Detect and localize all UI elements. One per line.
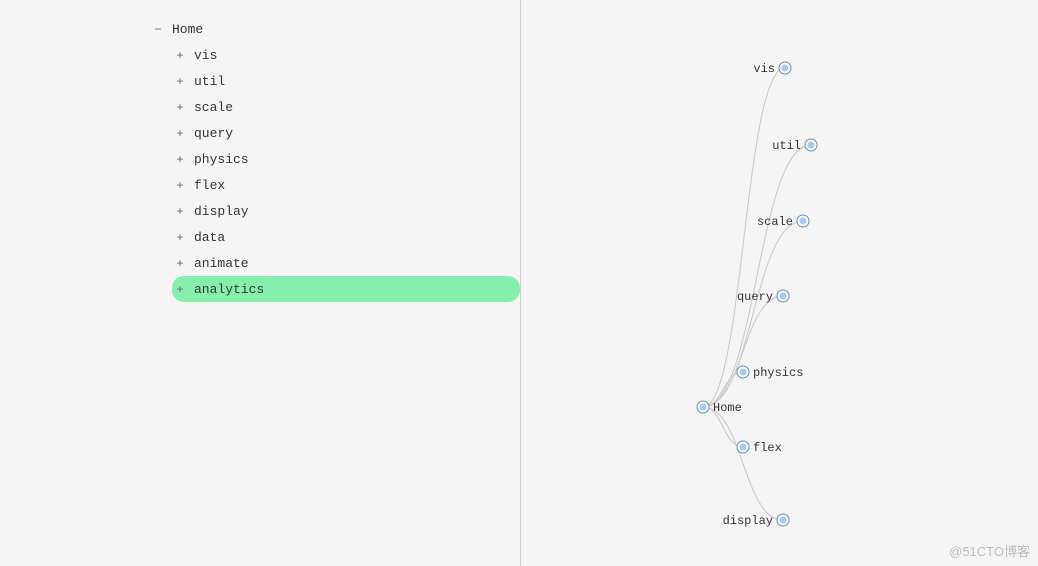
graph-node-root[interactable]: Home xyxy=(697,401,742,415)
tree-item-query[interactable]: + query xyxy=(172,120,520,146)
tree-item-scale[interactable]: + scale xyxy=(172,94,520,120)
graph-node-label: display xyxy=(723,514,773,528)
graph-node-flex[interactable]: flex xyxy=(737,441,782,455)
expand-icon[interactable]: + xyxy=(172,178,188,192)
tree-item-label: data xyxy=(194,230,225,245)
expand-icon[interactable]: + xyxy=(172,230,188,244)
graph-node-physics[interactable]: physics xyxy=(737,366,803,380)
tree-item-data[interactable]: + data xyxy=(172,224,520,250)
graph-edge xyxy=(703,296,783,407)
tree-item-flex[interactable]: + flex xyxy=(172,172,520,198)
graph-node-display[interactable]: display xyxy=(723,514,789,528)
expand-icon[interactable]: + xyxy=(172,282,188,296)
graph-node-label: Home xyxy=(713,401,742,415)
tree-item-label: util xyxy=(194,74,225,89)
tree-item-label: scale xyxy=(194,100,233,115)
tree-item-vis[interactable]: + vis xyxy=(172,42,520,68)
tree-item-label: vis xyxy=(194,48,217,63)
graph-node-util[interactable]: util xyxy=(772,139,817,153)
graph-edge xyxy=(703,68,785,407)
graph-node-label: physics xyxy=(753,366,803,380)
tree-item-util[interactable]: + util xyxy=(172,68,520,94)
tree-item-analytics[interactable]: + analytics xyxy=(172,276,520,302)
graph-node-label: scale xyxy=(757,215,793,229)
tree-root-row[interactable]: − Home xyxy=(150,16,520,42)
graph-node-label: flex xyxy=(753,441,782,455)
graph-panel[interactable]: Home vis util scale query physics flex display xyxy=(521,0,1038,566)
tree-item-label: analytics xyxy=(194,282,264,297)
expand-icon[interactable]: + xyxy=(172,100,188,114)
graph-node-label: vis xyxy=(753,62,775,76)
graph-node-label: query xyxy=(737,290,773,304)
expand-icon[interactable]: + xyxy=(172,126,188,140)
graph-node-query[interactable]: query xyxy=(737,290,789,304)
tree-root-label: Home xyxy=(172,22,203,37)
tree-item-label: physics xyxy=(194,152,249,167)
tree-item-physics[interactable]: + physics xyxy=(172,146,520,172)
expand-icon[interactable]: + xyxy=(172,256,188,270)
tree-panel: − Home + vis + util + scale + query + physics + fle… xyxy=(0,0,520,566)
graph-node-label: util xyxy=(772,139,801,153)
collapse-icon[interactable]: − xyxy=(150,22,166,36)
expand-icon[interactable]: + xyxy=(172,152,188,166)
tree-item-label: query xyxy=(194,126,233,141)
graph-node-vis[interactable]: vis xyxy=(753,62,791,76)
tree-item-label: flex xyxy=(194,178,225,193)
tree-item-label: display xyxy=(194,204,249,219)
tree-item-label: animate xyxy=(194,256,249,271)
expand-icon[interactable]: + xyxy=(172,48,188,62)
graph-edge xyxy=(703,407,783,520)
tree-item-display[interactable]: + display xyxy=(172,198,520,224)
expand-icon[interactable]: + xyxy=(172,74,188,88)
graph-node-scale[interactable]: scale xyxy=(757,215,809,229)
expand-icon[interactable]: + xyxy=(172,204,188,218)
tree-item-animate[interactable]: + animate xyxy=(172,250,520,276)
